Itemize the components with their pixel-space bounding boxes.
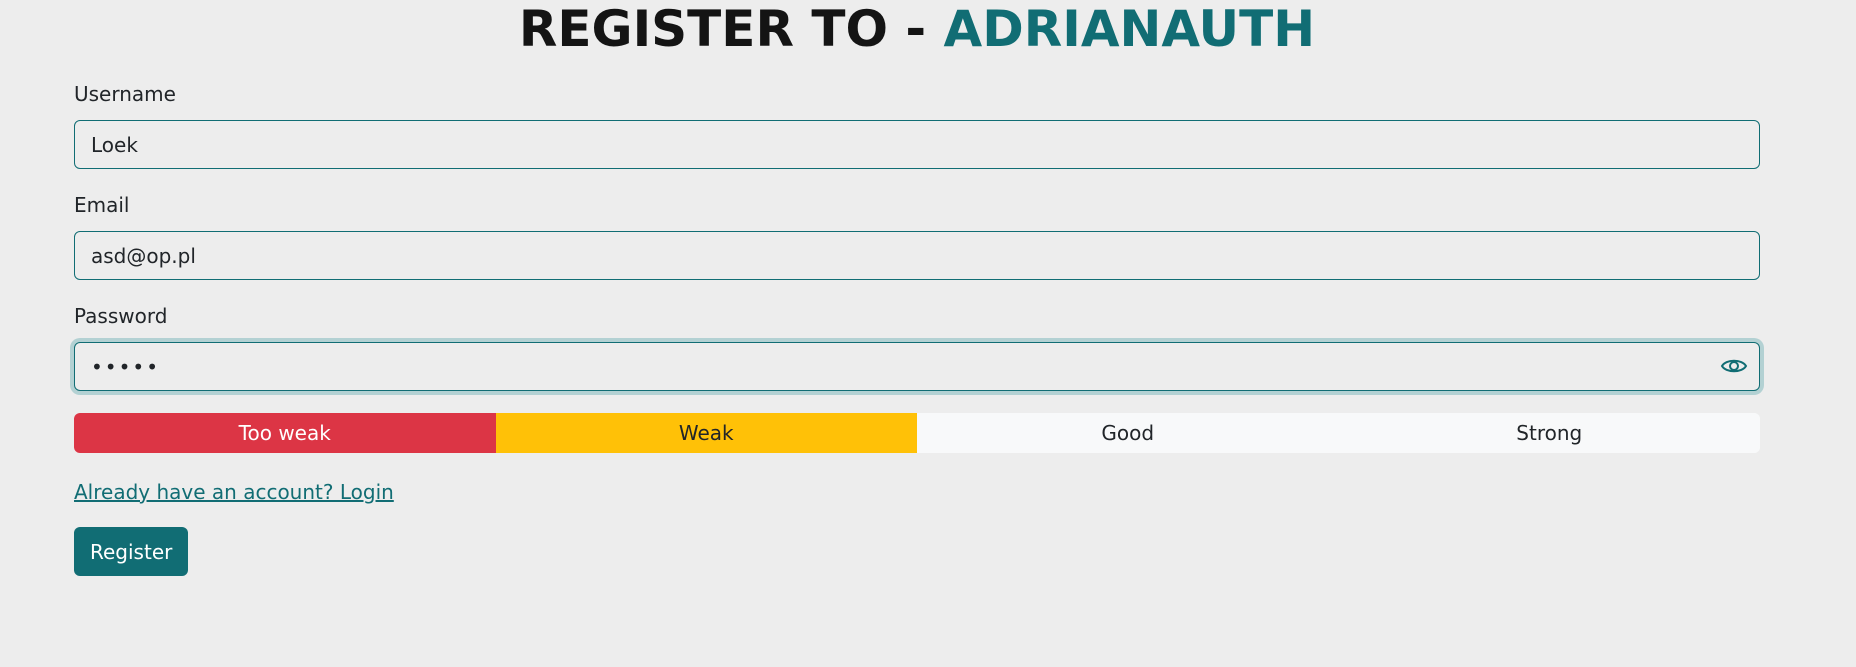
login-link[interactable]: Already have an account? Login	[74, 477, 394, 507]
email-input[interactable]	[74, 231, 1760, 280]
email-label: Email	[74, 193, 130, 217]
password-field-wrapper	[74, 342, 1760, 391]
password-label: Password	[74, 304, 168, 328]
strength-good: Good	[917, 413, 1339, 453]
eye-icon[interactable]	[1720, 354, 1748, 378]
strength-too-weak: Too weak	[74, 413, 496, 453]
password-input[interactable]	[74, 342, 1760, 391]
title-brand: ADRIANAUTH	[943, 0, 1316, 58]
strength-strong: Strong	[1338, 413, 1760, 453]
page-title: REGISTER TO - ADRIANAUTH	[0, 0, 1834, 58]
register-page: REGISTER TO - ADRIANAUTH Username Email …	[0, 0, 1856, 667]
register-form: Username Email Password Too weak Weak Go…	[74, 76, 1760, 576]
username-label: Username	[74, 82, 176, 106]
username-input[interactable]	[74, 120, 1760, 169]
register-button[interactable]: Register	[74, 527, 189, 576]
title-prefix: REGISTER TO -	[518, 0, 944, 58]
password-strength-meter: Too weak Weak Good Strong	[74, 413, 1760, 453]
strength-weak: Weak	[495, 413, 917, 453]
